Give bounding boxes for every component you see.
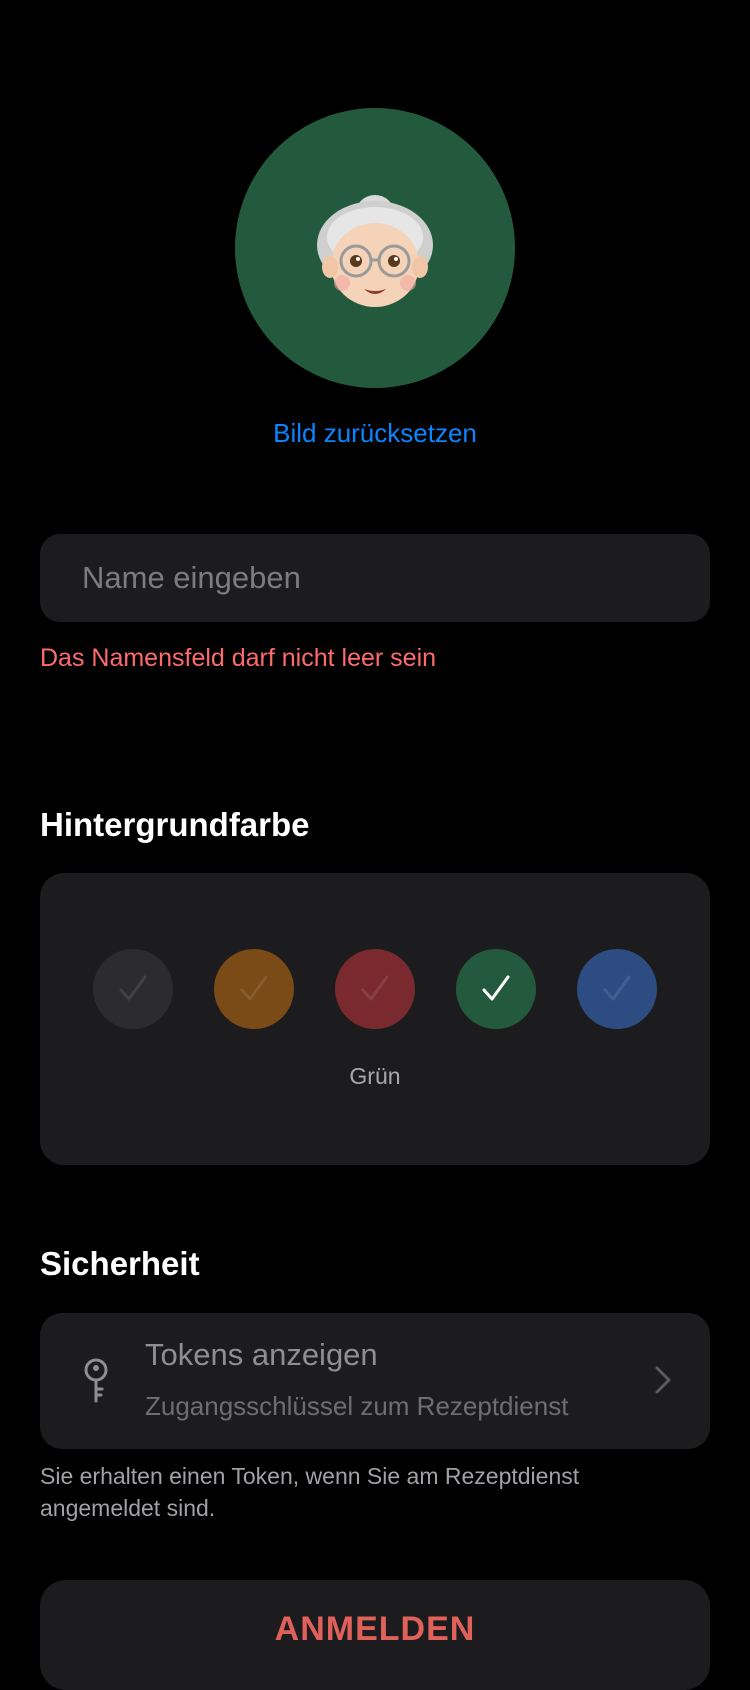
reset-picture-link[interactable]: Bild zurücksetzen xyxy=(0,418,750,449)
swatch-green[interactable] xyxy=(456,949,536,1029)
checkmark-icon xyxy=(119,975,147,1001)
checkmark-icon xyxy=(361,975,389,1001)
checkmark-icon xyxy=(603,975,631,1001)
color-swatch-row xyxy=(40,949,710,1029)
key-icon xyxy=(84,1358,108,1403)
grandmother-memoji-icon xyxy=(317,195,433,307)
swatch-orange[interactable] xyxy=(214,949,294,1029)
checkmark-icon xyxy=(240,975,268,1001)
name-field[interactable] xyxy=(40,534,710,622)
show-tokens-title: Tokens anzeigen xyxy=(145,1337,378,1372)
avatar[interactable] xyxy=(235,108,515,388)
background-color-heading: Hintergrundfarbe xyxy=(40,806,310,843)
show-tokens-subtitle: Zugangsschlüssel zum Rezeptdienst xyxy=(145,1391,569,1421)
login-button-label: ANMELDEN xyxy=(274,1610,476,1648)
chevron-right-icon xyxy=(655,1366,671,1394)
show-tokens-row[interactable]: Tokens anzeigen Zugangsschlüssel zum Rez… xyxy=(40,1313,710,1449)
checkmark-icon xyxy=(482,975,510,1001)
security-heading: Sicherheit xyxy=(40,1245,200,1282)
swatch-red[interactable] xyxy=(335,949,415,1029)
swatch-grey[interactable] xyxy=(93,949,173,1029)
selected-color-label: Grün xyxy=(349,1063,401,1089)
swatch-blue[interactable] xyxy=(577,949,657,1029)
color-picker-card: Grün xyxy=(40,873,710,1165)
token-footnote: Sie erhalten einen Token, wenn Sie am Re… xyxy=(40,1463,580,1521)
name-error-message: Das Namensfeld darf nicht leer sein xyxy=(40,644,437,672)
login-button[interactable]: ANMELDEN xyxy=(40,1580,710,1690)
name-input[interactable] xyxy=(80,559,670,597)
